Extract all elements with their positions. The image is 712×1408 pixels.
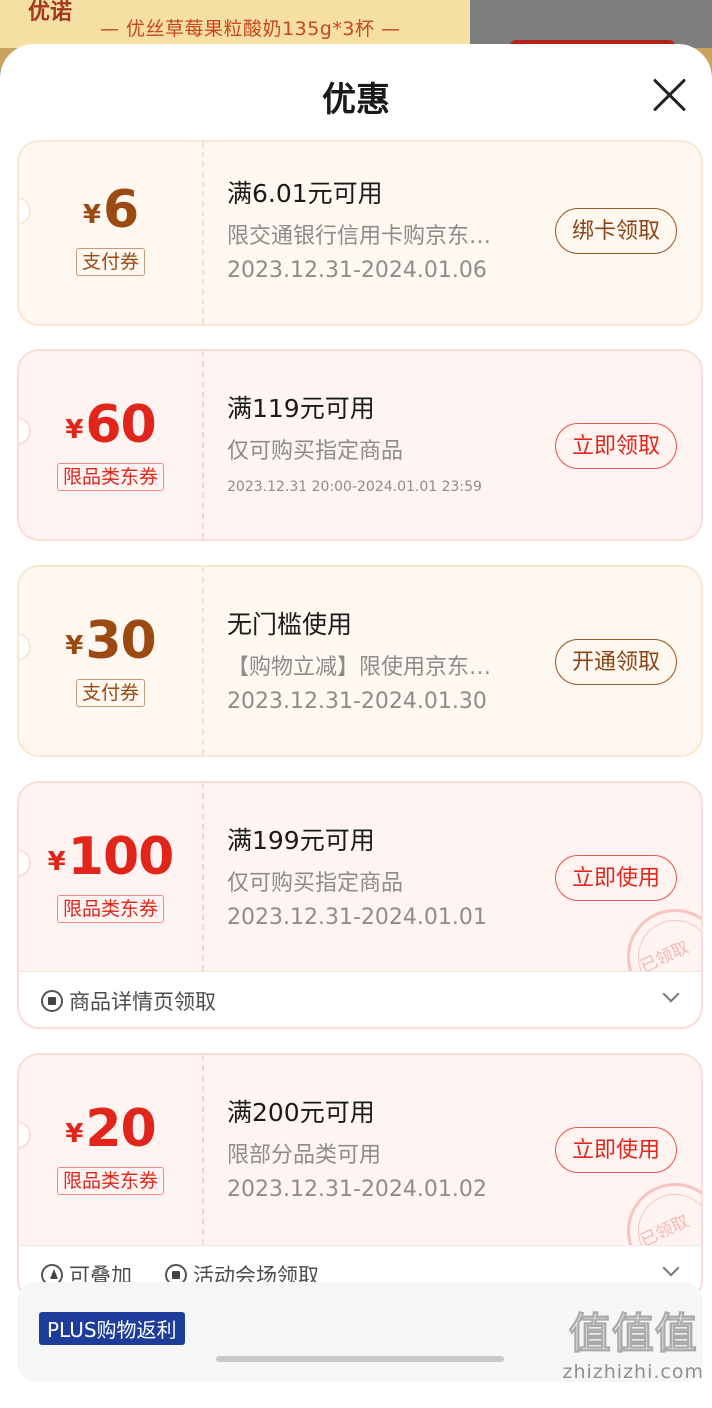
coupon-type-badge: 限品类东券 (19, 895, 202, 923)
currency-symbol: ¥ (65, 631, 84, 661)
coupon-validity: 2023.12.31 20:00-2024.01.01 23:59 (227, 479, 482, 495)
sheet-title: 优惠 (322, 80, 390, 120)
coupon-description: 限交通银行信用卡购京东… (227, 224, 492, 249)
coupon-condition: 满200元可用 (227, 1098, 375, 1127)
card-divider (202, 567, 204, 755)
coupon-card: ¥100 限品类东券 满199元可用 仅可购买指定商品 2023.12.31-2… (17, 781, 703, 1029)
plus-badge: PLUS购物返利 (39, 1312, 185, 1345)
coupon-condition: 无门槛使用 (227, 610, 353, 639)
coupon-amount: ¥6 (19, 180, 202, 240)
coupon-type-label: 支付券 (75, 679, 145, 707)
coupon-type-badge: 限品类东券 (19, 1167, 202, 1195)
brand-logo: 优诺 (28, 0, 73, 25)
amount-value: 6 (102, 180, 139, 240)
activate-claim-button[interactable]: 开通领取 (554, 639, 677, 685)
use-now-button[interactable]: 立即使用 (554, 855, 677, 901)
coupon-condition: 满199元可用 (227, 826, 375, 855)
amount-value: 20 (85, 1099, 156, 1159)
coupon-type-label: 限品类东券 (56, 463, 164, 491)
sheet-header: 优惠 (0, 44, 712, 144)
watermark-logo: 值值值 (568, 1309, 698, 1359)
chevron-down-icon[interactable] (662, 985, 680, 1003)
coupon-validity: 2023.12.31-2024.01.01 (227, 905, 487, 930)
chevron-down-icon[interactable] (662, 1259, 680, 1277)
bind-card-claim-button[interactable]: 绑卡领取 (554, 208, 677, 254)
coupon-amount: ¥30 (19, 611, 202, 671)
product-caption: — 优丝草莓果粒酸奶135g*3杯 — (100, 18, 401, 40)
coupon-amount: ¥60 (19, 395, 202, 455)
coupon-card: ¥60 限品类东券 满119元可用 仅可购买指定商品 2023.12.31 20… (17, 349, 703, 541)
claim-now-button[interactable]: 立即领取 (554, 423, 677, 469)
coupon-type-badge: 限品类东券 (19, 463, 202, 491)
currency-symbol: ¥ (65, 1119, 84, 1149)
amount-value: 60 (85, 395, 156, 455)
watermark-url: zhizhizhi.com (562, 1361, 704, 1383)
coupon-card: ¥20 限品类东券 满200元可用 限部分品类可用 2023.12.31-202… (17, 1053, 703, 1302)
watermark: 值值值 zhizhizhi.com (562, 1300, 704, 1384)
home-indicator (216, 1356, 504, 1362)
coupon-description: 仅可购买指定商品 (227, 871, 404, 896)
ticket-icon (41, 990, 63, 1012)
coupon-amount: ¥20 (19, 1099, 202, 1159)
coupon-amount: ¥100 (19, 827, 202, 887)
coupon-type-label: 限品类东券 (56, 895, 164, 923)
claim-source: 商品详情页领取 (41, 986, 216, 1016)
amount-value: 30 (85, 611, 156, 671)
close-icon[interactable] (652, 78, 686, 112)
coupon-condition: 满119元可用 (227, 394, 375, 423)
amount-value: 100 (67, 827, 175, 887)
coupon-type-badge: 支付券 (19, 248, 202, 276)
coupon-footer: 商品详情页领取 (19, 971, 701, 1027)
card-divider (202, 1055, 204, 1245)
coupon-validity: 2023.12.31-2024.01.06 (227, 258, 487, 283)
coupon-type-badge: 支付券 (19, 679, 202, 707)
currency-symbol: ¥ (82, 200, 101, 230)
coupon-type-label: 限品类东券 (56, 1167, 164, 1195)
card-divider (202, 783, 204, 971)
coupon-description: 仅可购买指定商品 (227, 439, 404, 464)
coupon-validity: 2023.12.31-2024.01.30 (227, 689, 487, 714)
currency-symbol: ¥ (65, 415, 84, 445)
coupon-validity: 2023.12.31-2024.01.02 (227, 1177, 487, 1202)
coupon-card: ¥6 支付券 满6.01元可用 限交通银行信用卡购京东… 2023.12.31-… (17, 140, 703, 326)
coupon-card: ¥30 支付券 无门槛使用 【购物立减】限使用京东… 2023.12.31-20… (17, 565, 703, 757)
currency-symbol: ¥ (47, 847, 66, 877)
coupon-description: 【购物立减】限使用京东… (227, 655, 492, 680)
coupon-description: 限部分品类可用 (227, 1143, 382, 1168)
coupon-type-label: 支付券 (75, 248, 145, 276)
coupon-condition: 满6.01元可用 (227, 179, 383, 208)
card-divider (202, 142, 204, 324)
card-divider (202, 351, 204, 539)
use-now-button[interactable]: 立即使用 (554, 1127, 677, 1173)
